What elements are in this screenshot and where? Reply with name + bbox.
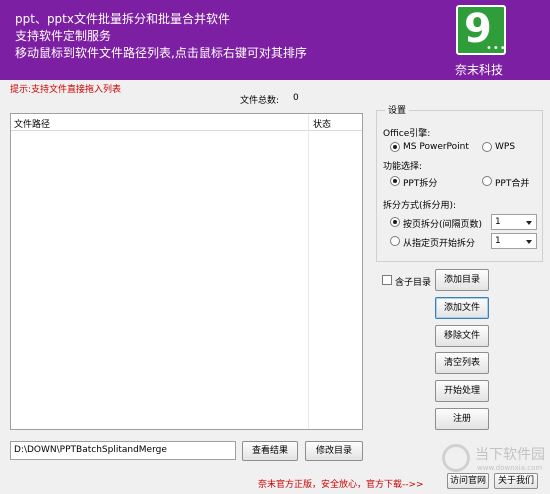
split-start-select[interactable]: 1 <box>491 233 537 249</box>
file-list-header: 文件路径 状态 <box>11 114 362 131</box>
official-site-button[interactable]: 访问官网 <box>447 473 489 489</box>
include-subdir-label[interactable]: 含子目录 <box>395 275 431 288</box>
function-label: 功能选择: <box>383 162 423 172</box>
banner-tip: 移动鼠标到软件文件路径列表,点击鼠标右键可对其排序 <box>15 46 307 60</box>
split-from-page-label[interactable]: 从指定页开始拆分 <box>403 236 475 249</box>
function-split-radio[interactable] <box>390 176 400 186</box>
split-interval-select[interactable]: 1 <box>491 214 537 230</box>
engine-wps-radio[interactable] <box>482 142 492 152</box>
split-by-page-label[interactable]: 按页拆分(间隔页数) <box>403 217 482 230</box>
brand-name: 奈末科技 <box>455 63 504 77</box>
logo: 9 ••• <box>456 5 506 55</box>
add-file-button[interactable]: 添加文件 <box>435 297 489 319</box>
watermark-url: www.downxia.com <box>477 464 543 472</box>
watermark-logo-icon <box>442 444 470 472</box>
clear-list-button[interactable]: 清空列表 <box>435 352 489 374</box>
about-button[interactable]: 关于我们 <box>494 473 538 489</box>
output-path-field[interactable]: D:\DOWN\PPTBatchSplitandMerge <box>10 441 236 460</box>
banner-title: ppt、pptx文件批量拆分和批量合并软件 <box>15 12 230 26</box>
header-banner: ppt、pptx文件批量拆分和批量合并软件 支持软件定制服务 移动鼠标到软件文件… <box>0 0 550 80</box>
split-interval-value: 1 <box>495 217 501 227</box>
footer-notice: 奈末官方正版，安全放心，官方下载-->> <box>258 480 424 490</box>
remove-file-button[interactable]: 移除文件 <box>435 325 489 347</box>
banner-subtitle: 支持软件定制服务 <box>15 29 112 43</box>
column-header-status[interactable]: 状态 <box>313 117 331 130</box>
function-merge-radio[interactable] <box>482 176 492 186</box>
engine-label: Office引擎: <box>383 129 431 139</box>
include-subdir-checkbox[interactable] <box>382 275 392 285</box>
file-count-label: 文件总数: <box>240 96 280 106</box>
add-dir-button[interactable]: 添加目录 <box>435 269 489 291</box>
logo-dots-icon: ••• <box>486 43 507 54</box>
file-list[interactable]: 文件路径 状态 <box>10 113 363 430</box>
settings-title: 设置 <box>385 103 410 116</box>
engine-wps-label[interactable]: WPS <box>495 142 515 152</box>
chevron-down-icon <box>526 240 532 244</box>
watermark-text: 当下软件园 <box>475 447 545 463</box>
column-header-path[interactable]: 文件路径 <box>14 117 50 130</box>
split-from-page-radio[interactable] <box>390 236 400 246</box>
engine-powerpoint-radio[interactable] <box>390 142 400 152</box>
split-start-value: 1 <box>495 236 501 246</box>
split-mode-label: 拆分方式(拆分用): <box>383 201 457 211</box>
function-merge-label[interactable]: PPT合并 <box>495 176 529 189</box>
view-result-button[interactable]: 查看结果 <box>242 441 298 461</box>
file-count-value: 0 <box>293 93 299 103</box>
engine-powerpoint-label[interactable]: MS PowerPoint <box>403 142 469 152</box>
register-button[interactable]: 注册 <box>435 408 489 430</box>
modify-dir-button[interactable]: 修改目录 <box>305 441 363 461</box>
drag-drop-hint: 提示:支持文件直接拖入列表 <box>10 85 122 95</box>
column-divider <box>308 114 309 429</box>
start-button[interactable]: 开始处理 <box>435 380 489 402</box>
split-by-page-radio[interactable] <box>390 217 400 227</box>
chevron-down-icon <box>526 221 532 225</box>
function-split-label[interactable]: PPT拆分 <box>403 176 437 189</box>
